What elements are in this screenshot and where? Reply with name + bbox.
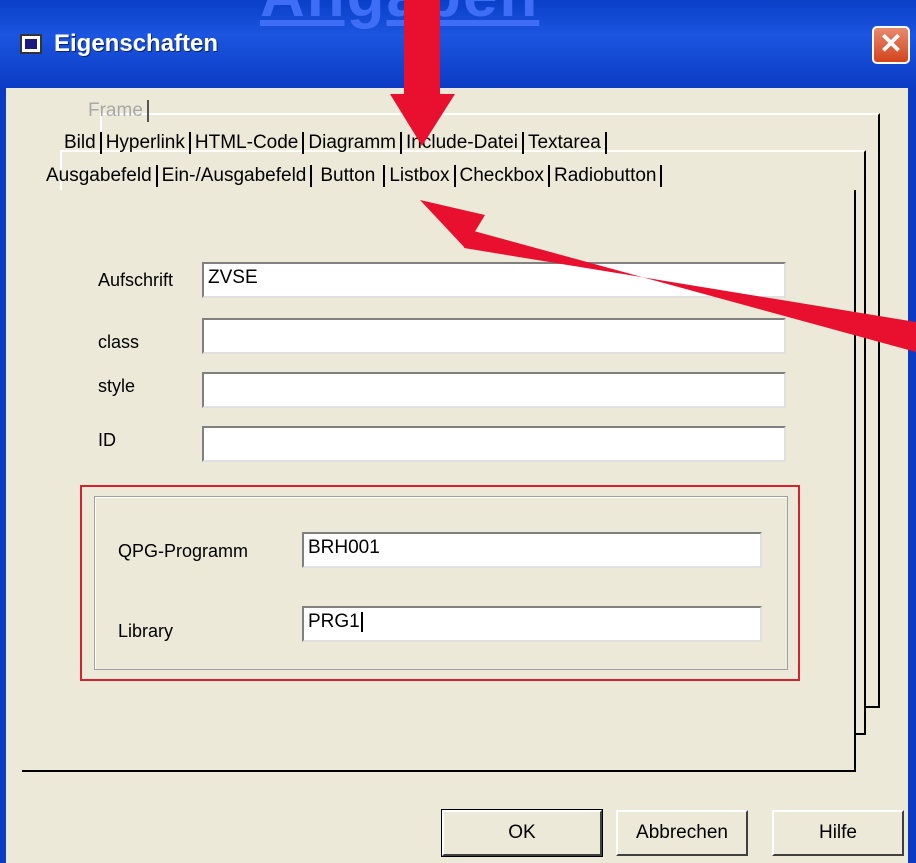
tab-button[interactable]: Button — [312, 165, 386, 187]
tab-include-datei[interactable]: Include-Datei — [402, 132, 524, 154]
tab-row-2: Bild Hyperlink HTML-Code Diagramm Include-Da… — [60, 132, 607, 154]
close-icon[interactable]: ✕ — [872, 26, 910, 64]
tab-html-code[interactable]: HTML-Code — [191, 132, 305, 154]
aufschrift-field[interactable]: ZVSE — [202, 262, 786, 298]
class-label: class — [98, 332, 140, 352]
tab-row-3: Ausgabefeld Ein-/Ausgabefeld Button Listbox… — [42, 165, 663, 187]
program-field[interactable]: BRH001 — [302, 532, 762, 568]
tab-bild[interactable]: Bild — [60, 132, 102, 154]
text-caret — [360, 611, 363, 632]
window-border-left — [0, 88, 6, 863]
tab-frame[interactable]: Frame — [84, 100, 149, 122]
style-field[interactable] — [202, 372, 786, 408]
style-label: style — [98, 376, 136, 396]
window-icon — [20, 34, 42, 54]
help-button[interactable]: Hilfe — [772, 810, 904, 856]
ok-button[interactable]: OK — [441, 809, 603, 857]
window-title: Eigenschaften — [54, 30, 219, 57]
tab-listbox[interactable]: Listbox — [385, 165, 456, 187]
tab-radiobutton[interactable]: Radiobutton — [550, 165, 663, 187]
tab-checkbox[interactable]: Checkbox — [456, 165, 551, 187]
background-heading: Angaben — [260, 0, 539, 31]
id-label: ID — [98, 430, 116, 450]
tab-hyperlink[interactable]: Hyperlink — [102, 132, 191, 154]
tab-diagramm[interactable]: Diagramm — [304, 132, 402, 154]
tab-row-1: Frame — [84, 100, 149, 122]
program-groupbox — [94, 496, 788, 670]
program-label: QPG-Programm — [118, 541, 249, 561]
title-bar: Angaben Eigenschaften ✕ — [0, 0, 916, 88]
cancel-button[interactable]: Abbrechen — [616, 810, 748, 856]
tab-ausgabefeld[interactable]: Ausgabefeld — [42, 165, 158, 187]
library-label: Library — [118, 621, 174, 641]
tab-textarea[interactable]: Textarea — [524, 132, 607, 154]
window-border-right — [908, 88, 916, 863]
library-value: PRG1 — [308, 611, 360, 632]
library-field[interactable]: PRG1 — [302, 606, 762, 642]
id-field[interactable] — [202, 426, 786, 462]
class-field[interactable] — [202, 318, 786, 354]
tab-ein-ausgabefeld[interactable]: Ein-/Ausgabefeld — [158, 165, 313, 187]
aufschrift-label: Aufschrift — [98, 270, 174, 290]
